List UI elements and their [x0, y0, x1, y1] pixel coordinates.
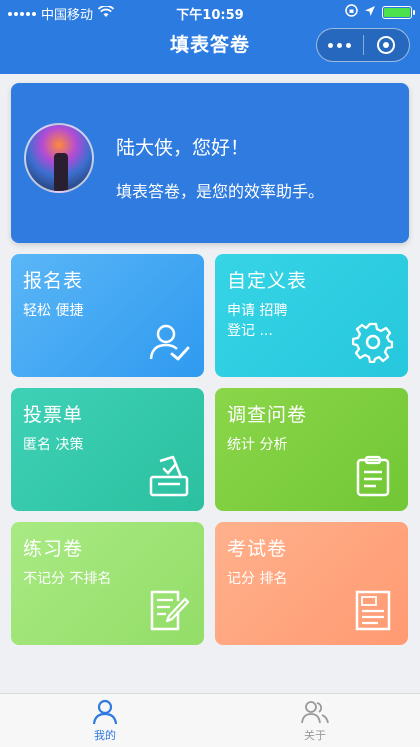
tile-title: 考试卷: [227, 538, 288, 560]
location-icon: [364, 5, 376, 21]
profile-card[interactable]: 陆大侠，您好！ 填表答卷，是您的效率助手。: [11, 83, 409, 243]
mini-program-capsule: [316, 28, 410, 62]
tile-title: 投票单: [23, 404, 84, 426]
tab-label: 关于: [304, 729, 326, 742]
user-check-icon: [149, 324, 190, 361]
person-icon: [92, 699, 118, 725]
tile-subtitle: 匿名 决策: [23, 437, 84, 453]
more-icon[interactable]: [317, 42, 363, 48]
ballot-box-icon: [149, 455, 189, 497]
tile-custom-form[interactable]: 自定义表 申请 招聘登记 ...: [215, 254, 408, 377]
tab-bar: 我的 关于: [0, 693, 420, 747]
status-bar: 中国移动 下午10:59: [0, 0, 420, 24]
tile-title: 练习卷: [23, 538, 84, 560]
tile-title: 调查问卷: [227, 404, 308, 426]
score-sheet-icon: [355, 590, 391, 631]
greeting-text: 陆大侠，您好！: [116, 137, 250, 159]
battery-icon: [382, 6, 415, 19]
tile-subtitle: 记分 排名: [227, 571, 288, 587]
tab-mine[interactable]: 我的: [0, 694, 210, 747]
tile-registration-form[interactable]: 报名表 轻松 便捷: [11, 254, 204, 377]
tile-subtitle: 不记分 不排名: [23, 571, 112, 587]
tile-subtitle: 轻松 便捷: [23, 303, 84, 319]
close-target-icon[interactable]: [364, 36, 410, 54]
group-icon: [301, 701, 329, 724]
tile-survey[interactable]: 调查问卷 统计 分析: [215, 388, 408, 511]
tile-subtitle: 统计 分析: [227, 437, 288, 453]
avatar[interactable]: [24, 123, 94, 193]
tile-title: 自定义表: [227, 270, 308, 292]
edit-document-icon: [150, 590, 190, 631]
gear-icon: [352, 322, 394, 363]
lock-rotation-icon: [345, 4, 358, 21]
profile-subtitle: 填表答卷，是您的效率助手。: [116, 182, 325, 201]
tile-subtitle-line: 申请 招聘: [227, 303, 288, 319]
status-right: [345, 4, 415, 21]
tab-label: 我的: [94, 729, 116, 742]
tile-title: 报名表: [23, 270, 84, 292]
tile-subtitle-line: 登记 ...: [227, 323, 273, 339]
clipboard-icon: [356, 455, 390, 497]
tab-about[interactable]: 关于: [210, 694, 420, 747]
tile-exam-paper[interactable]: 考试卷 记分 排名: [215, 522, 408, 645]
tile-vote-form[interactable]: 投票单 匿名 决策: [11, 388, 204, 511]
tile-practice-paper[interactable]: 练习卷 不记分 不排名: [11, 522, 204, 645]
top-bar: 中国移动 下午10:59 填表答卷: [0, 0, 420, 74]
